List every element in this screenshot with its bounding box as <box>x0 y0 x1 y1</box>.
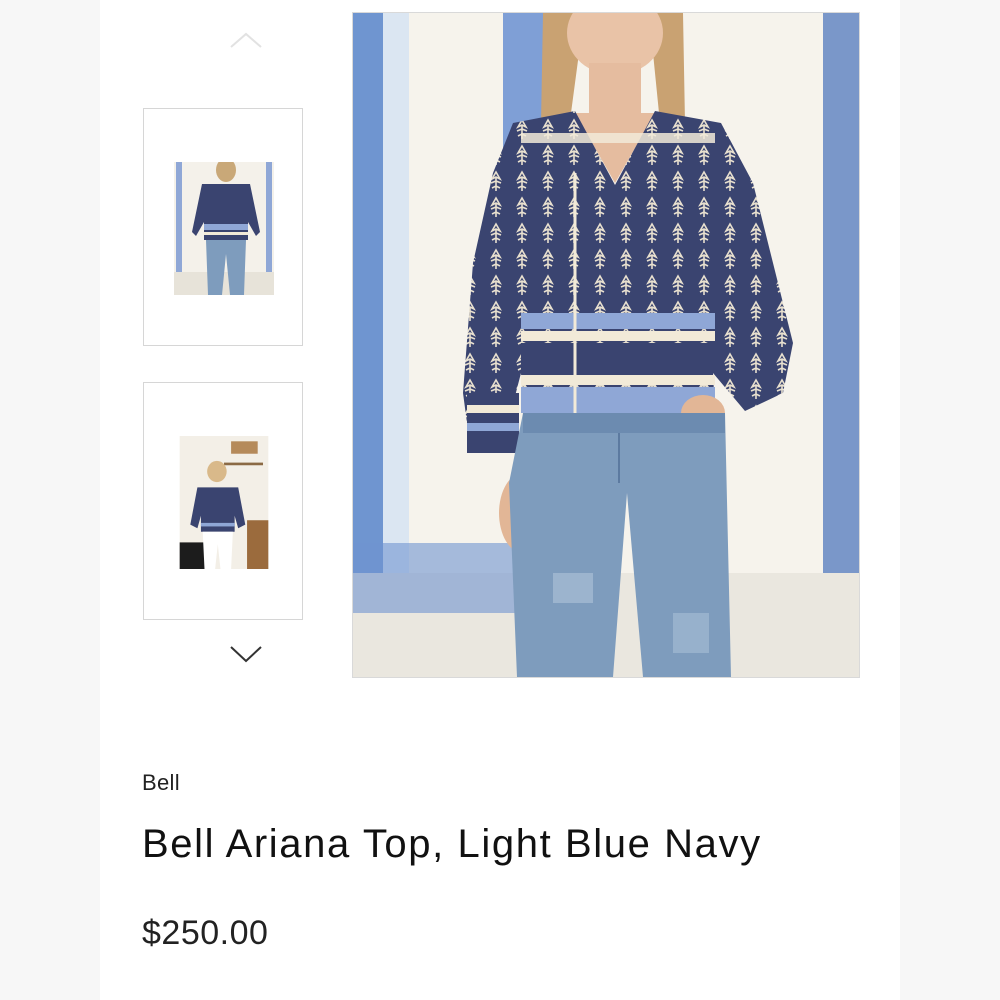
product-photo <box>353 13 859 677</box>
thumbnail-front-view[interactable] <box>143 108 303 346</box>
product-brand[interactable]: Bell <box>142 770 180 796</box>
thumbnail-scroll-down-button[interactable] <box>228 642 264 666</box>
thumbnail-image <box>179 436 269 569</box>
product-price: $250.00 <box>142 914 269 952</box>
thumbnail-scroll-up-button[interactable] <box>228 28 264 52</box>
main-product-image[interactable] <box>352 12 860 678</box>
thumbnail-image <box>174 162 274 295</box>
chevron-up-icon <box>230 32 262 48</box>
product-page: Bell Bell Ariana Top, Light Blue Navy $2… <box>100 0 900 1000</box>
product-title: Bell Ariana Top, Light Blue Navy <box>142 822 762 866</box>
thumbnail-kitchen-view[interactable] <box>143 382 303 620</box>
chevron-down-icon <box>230 646 262 663</box>
